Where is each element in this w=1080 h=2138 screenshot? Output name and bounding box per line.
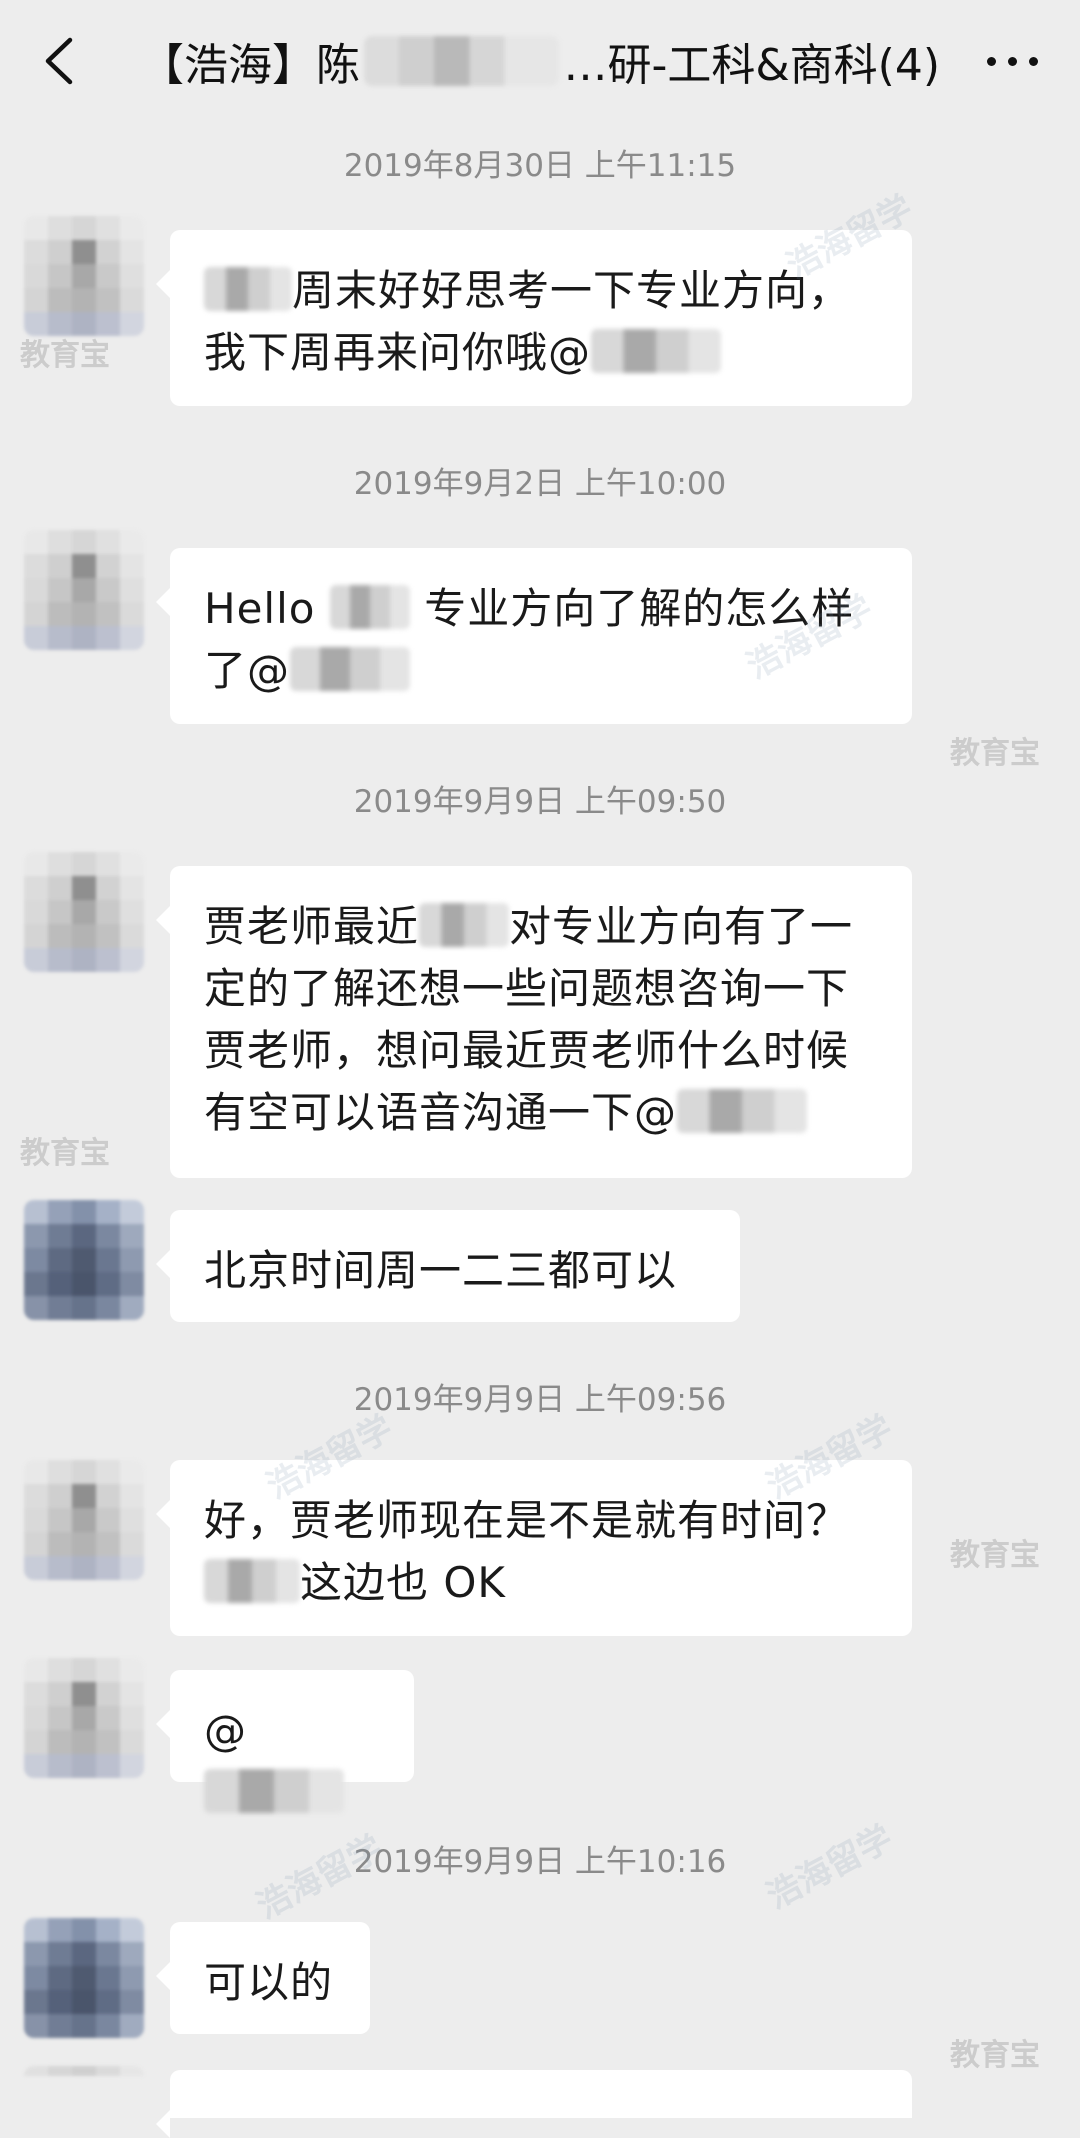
redacted-text [419,903,510,947]
more-dots-icon [986,56,996,66]
message-text: 可以的 [204,1958,334,2007]
message-bubble[interactable]: 北京时间周一二三都可以 [156,1210,740,1322]
message-text: 这边也 OK [300,1558,506,1607]
message-bubble[interactable]: 周末好好思考一下专业方向， 我下周再来问你哦@ [156,230,912,406]
redacted-text [329,585,410,629]
message-timestamp: 2019年9月9日 上午09:50 [353,784,727,820]
avatar[interactable] [24,852,144,972]
avatar[interactable] [24,1658,144,1778]
avatar[interactable] [24,216,144,336]
redacted-mention [591,329,722,373]
avatar[interactable] [24,1918,144,2038]
message-text: @ [204,1706,247,1755]
chat-title: 【浩海】陈 …研-工科&商科(4) [140,26,940,96]
message-timestamp: 2019年9月9日 上午10:16 [353,1844,727,1880]
redacted-text [204,267,292,311]
message-bubble[interactable]: 好，贾老师现在是不是就有时间？ 这边也 OK [156,1460,912,1636]
message-text: 专业方向了解的怎么样 [424,584,855,633]
watermark-jiaoyubao: 教育宝 [20,338,110,373]
chat-header: 【浩海】陈 …研-工科&商科(4) [0,0,1080,124]
message-text: 贾老师，想问最近贾老师什么时候 [204,1026,850,1075]
message-bubble[interactable]: Hello 专业方向了解的怎么样 了@ [156,548,912,724]
message-text: 贾老师最近 [204,902,420,951]
more-button[interactable] [972,24,1052,98]
message-timestamp: 2019年8月30日 上午11:15 [343,148,737,184]
message-text: 好，贾老师现在是不是就有时间？ [204,1496,850,1545]
message-bubble[interactable] [156,2070,912,2138]
watermark-jiaoyubao: 教育宝 [20,1136,110,1171]
redacted-name [364,36,560,86]
avatar[interactable] [24,1200,144,1320]
chat-title-suffix: …研-工科&商科(4) [563,40,940,91]
redacted-text [204,1559,300,1603]
message-text: 有空可以语音沟通一下@ [204,1088,678,1137]
redacted-mention [677,1089,808,1133]
redacted-mention [204,1769,344,1813]
message-text: 对专业方向有了一 [509,902,854,951]
chevron-left-icon [45,37,73,85]
avatar[interactable] [24,1460,144,1580]
message-timestamp: 2019年9月2日 上午10:00 [353,466,727,502]
message-bubble[interactable]: 贾老师最近 对专业方向有了一 定的了解还想一些问题想咨询一下 贾老师，想问最近贾老… [156,866,912,1178]
chat-title-prefix: 【浩海】陈 [140,40,360,91]
message-text: 定的了解还想一些问题想咨询一下 [204,964,850,1013]
redacted-mention [290,647,411,691]
message-text: 我下周再来问你哦@ [204,328,592,377]
message-bubble[interactable]: @ [156,1670,414,1813]
back-button[interactable] [28,24,88,98]
watermark-jiaoyubao: 教育宝 [950,736,1040,771]
message-timestamp: 2019年9月9日 上午09:56 [353,1382,727,1418]
avatar[interactable] [24,2066,144,2118]
message-text: Hello [204,584,316,633]
message-bubble[interactable]: 可以的 [156,1922,370,2034]
watermark-jiaoyubao: 教育宝 [950,1538,1040,1573]
message-text: 周末好好思考一下专业方向， [292,266,852,315]
avatar[interactable] [24,530,144,650]
message-text: 了@ [204,646,291,695]
message-text: 北京时间周一二三都可以 [204,1246,678,1295]
watermark-jiaoyubao: 教育宝 [950,2038,1040,2073]
